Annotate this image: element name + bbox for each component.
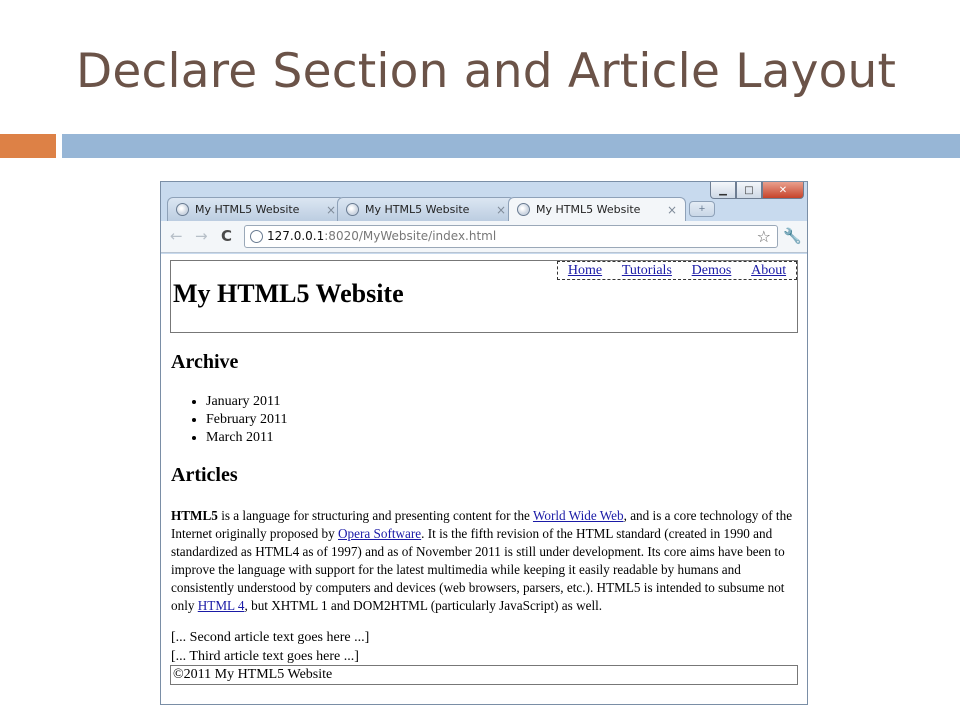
forward-arrow-icon[interactable]: → bbox=[195, 227, 208, 245]
close-icon[interactable]: ✕ bbox=[762, 182, 804, 199]
back-arrow-icon[interactable]: ← bbox=[170, 227, 183, 245]
archive-item: February 2011 bbox=[206, 411, 288, 429]
globe-icon bbox=[176, 203, 189, 216]
tab-strip: My HTML5 Website × My HTML5 Website × My… bbox=[167, 197, 767, 221]
site-nav: Home Tutorials Demos About bbox=[557, 261, 797, 280]
link-world-wide-web[interactable]: World Wide Web bbox=[533, 508, 624, 523]
accent-bar-blue bbox=[62, 134, 960, 158]
bookmark-star-icon[interactable]: ☆ bbox=[757, 226, 771, 247]
tab-close-icon[interactable]: × bbox=[496, 203, 506, 217]
archive-list: January 2011 February 2011 March 2011 bbox=[206, 393, 288, 447]
site-footer: ©2011 My HTML5 Website bbox=[170, 665, 798, 685]
tab-label: My HTML5 Website bbox=[365, 203, 470, 216]
link-opera-software[interactable]: Opera Software bbox=[338, 526, 421, 541]
globe-icon bbox=[346, 203, 359, 216]
article-third: [... Third article text goes here ...] bbox=[171, 649, 359, 664]
nav-link-tutorials[interactable]: Tutorials bbox=[622, 263, 672, 279]
article-text: is a language for structuring and presen… bbox=[217, 508, 533, 523]
reload-icon[interactable]: C bbox=[221, 227, 232, 245]
accent-bar-orange bbox=[0, 134, 56, 158]
browser-tab-1[interactable]: My HTML5 Website × bbox=[167, 197, 345, 221]
archive-item: March 2011 bbox=[206, 429, 288, 447]
link-html4[interactable]: HTML 4 bbox=[198, 598, 245, 613]
browser-tab-2[interactable]: My HTML5 Website × bbox=[337, 197, 515, 221]
tab-label: My HTML5 Website bbox=[195, 203, 300, 216]
article-second: [... Second article text goes here ...] bbox=[171, 630, 370, 645]
tab-label: My HTML5 Website bbox=[536, 203, 641, 216]
slide-title: Declare Section and Article Layout bbox=[76, 44, 897, 99]
article-text: , but XHTML 1 and DOM2HTML (particularly… bbox=[244, 598, 603, 613]
article-first: HTML5 is a language for structuring and … bbox=[171, 507, 801, 615]
browser-window: ▁ □ ✕ My HTML5 Website × My HTML5 Websit… bbox=[160, 181, 808, 705]
address-path: :8020/MyWebsite/index.html bbox=[324, 229, 497, 243]
site-header: My HTML5 Website Home Tutorials Demos Ab… bbox=[170, 260, 798, 333]
browser-toolbar: ← → C 127.0.0.1:8020/MyWebsite/index.htm… bbox=[161, 221, 807, 253]
address-host: 127.0.0.1 bbox=[267, 229, 325, 243]
nav-link-about[interactable]: About bbox=[751, 263, 786, 279]
nav-link-demos[interactable]: Demos bbox=[692, 263, 732, 279]
tab-close-icon[interactable]: × bbox=[667, 203, 677, 217]
nav-link-home[interactable]: Home bbox=[568, 263, 602, 279]
archive-heading: Archive bbox=[171, 351, 239, 373]
articles-heading: Articles bbox=[171, 464, 238, 486]
new-tab-button[interactable]: + bbox=[689, 201, 715, 217]
address-bar[interactable]: 127.0.0.1:8020/MyWebsite/index.html ☆ bbox=[244, 225, 778, 248]
archive-item: January 2011 bbox=[206, 393, 288, 411]
globe-icon bbox=[250, 230, 263, 243]
web-page-content: My HTML5 Website Home Tutorials Demos Ab… bbox=[161, 254, 807, 704]
globe-icon bbox=[517, 203, 530, 216]
tab-close-icon[interactable]: × bbox=[326, 203, 336, 217]
site-title: My HTML5 Website bbox=[173, 279, 404, 308]
wrench-icon[interactable]: 🔧 bbox=[783, 227, 802, 245]
article-strong-term: HTML5 bbox=[171, 508, 218, 523]
browser-tab-3-active[interactable]: My HTML5 Website × bbox=[508, 197, 686, 221]
